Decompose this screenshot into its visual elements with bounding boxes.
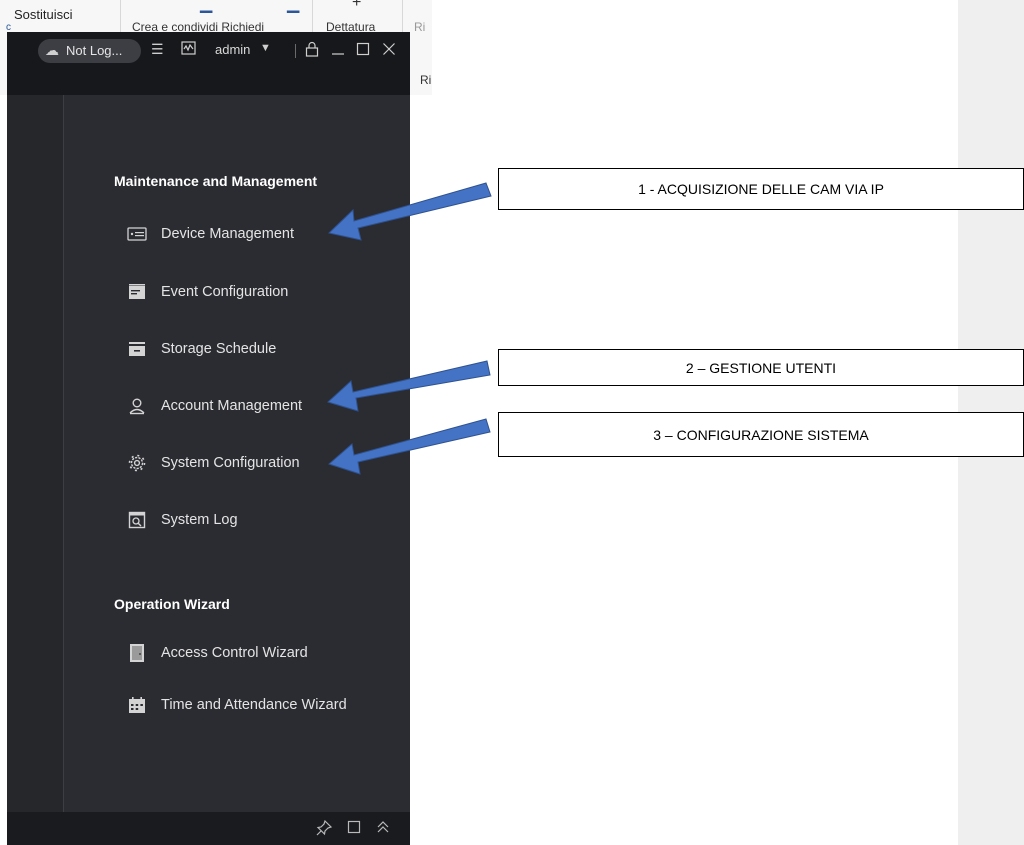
arrow-account-management bbox=[327, 360, 491, 412]
callout-box-2: 2 – GESTIONE UTENTI bbox=[498, 349, 1024, 386]
arrow-system-configuration bbox=[328, 418, 491, 475]
arrow-device-management bbox=[327, 182, 492, 241]
callout-box-1: 1 - ACQUISIZIONE DELLE CAM VIA IP bbox=[498, 168, 1024, 210]
callout-box-3: 3 – CONFIGURAZIONE SISTEMA bbox=[498, 412, 1024, 457]
